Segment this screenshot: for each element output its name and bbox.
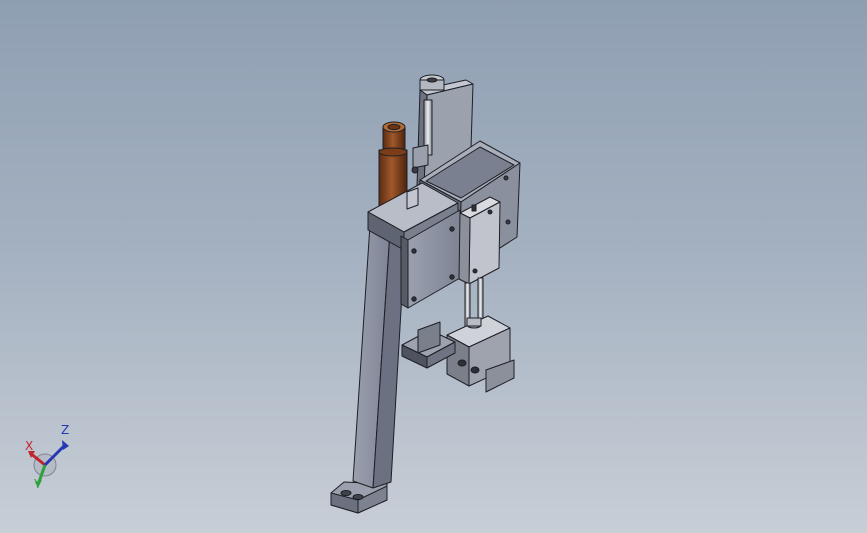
linear-slide xyxy=(458,196,501,285)
z-axis-label: Z xyxy=(61,423,70,437)
graphics-viewport[interactable]: X Y Z xyxy=(0,0,867,533)
vertical-column xyxy=(352,216,407,489)
cad-assembly-model[interactable] xyxy=(0,0,867,533)
x-axis-label: X xyxy=(25,439,34,453)
y-axis-label: Y xyxy=(34,477,42,491)
axis-triad: X Y Z xyxy=(20,420,80,495)
gripper-block xyxy=(446,315,515,393)
triad-graphic xyxy=(28,440,69,488)
